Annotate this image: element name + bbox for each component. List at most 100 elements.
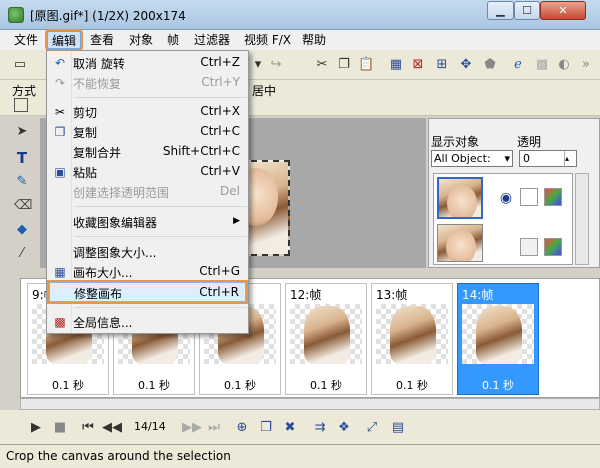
shape-icon[interactable]: ⬟	[482, 57, 498, 73]
delete-frame-icon[interactable]: ✖	[282, 420, 298, 436]
transparency-value: 0	[523, 152, 530, 165]
play-icon[interactable]: ▶	[28, 420, 44, 436]
frame-duration: 0.1 秒	[138, 379, 170, 392]
color-icon[interactable]	[544, 188, 562, 206]
menu-item-canvas-size[interactable]: ▦ 画布大小... Ctrl+G	[49, 262, 246, 282]
crop-icon[interactable]: ⊠	[410, 57, 426, 73]
cut-icon[interactable]: ✂	[314, 57, 330, 73]
text-tool-icon[interactable]: T	[14, 150, 30, 166]
menu-bar: 文件 编辑 查看 对象 帧 过滤器 视频 F/X 帮助	[0, 29, 600, 51]
menu-item-undo[interactable]: ↶ 取消 旋转 Ctrl+Z	[49, 53, 246, 73]
menu-edit[interactable]: 编辑	[44, 29, 84, 51]
menu-separator	[75, 236, 247, 237]
display-object-select[interactable]: All Object: ▾	[431, 150, 513, 167]
menu-frame[interactable]: 帧	[163, 31, 183, 49]
stop-icon[interactable]: ■	[52, 420, 68, 436]
frame-duration: 0.1 秒	[482, 379, 514, 392]
lock-box-2[interactable]	[520, 238, 538, 256]
center-label: 居中	[252, 84, 277, 98]
add-frame-icon[interactable]: ⊕	[234, 420, 250, 436]
next-frame-icon[interactable]: ▶▶	[182, 420, 202, 436]
options-label: 方式	[12, 84, 37, 98]
duplicate-frame-icon[interactable]: ❐	[258, 420, 274, 436]
edit-menu-dropdown: ↶ 取消 旋转 Ctrl+Z ↷ 不能恢复 Ctrl+Y ✂ 剪切 Ctrl+X…	[46, 50, 249, 334]
menu-item-redo[interactable]: ↷ 不能恢复 Ctrl+Y	[49, 73, 246, 93]
banner-icon[interactable]: ❖	[336, 420, 352, 436]
prev-frame-icon[interactable]: ◀◀	[102, 420, 122, 436]
frame-header: 14:帧	[462, 288, 494, 302]
menu-video-fx[interactable]: 视频 F/X	[240, 31, 295, 49]
eye-icon[interactable]: ◉	[498, 190, 514, 206]
menu-item-trim-canvas[interactable]: 修整画布 Ctrl+R	[47, 280, 248, 304]
spin-arrows-icon[interactable]: ▴	[564, 151, 576, 166]
last-frame-icon[interactable]: ⏭	[206, 420, 222, 436]
frame-12[interactable]: 12:帧 0.1 秒	[285, 283, 367, 395]
object-thumbnail-2[interactable]	[437, 224, 483, 262]
menu-filter[interactable]: 过滤器	[190, 31, 234, 49]
menu-separator	[75, 307, 247, 308]
pointer-tool-icon[interactable]: ➤	[14, 124, 30, 140]
dropdown-arrow-icon[interactable]: ▾	[250, 57, 266, 73]
menu-object[interactable]: 对象	[125, 31, 157, 49]
new-icon[interactable]: ▭	[12, 57, 28, 73]
disabled-icon[interactable]: ▩	[534, 57, 550, 73]
close-button[interactable]: ✕	[540, 1, 586, 20]
frame-thumbnail	[376, 304, 448, 364]
more-icon[interactable]: »	[578, 57, 594, 73]
menu-item-resize-image[interactable]: 调整图象大小...	[49, 242, 246, 262]
menu-help[interactable]: 帮助	[298, 31, 330, 49]
frame-13[interactable]: 13:帧 0.1 秒	[371, 283, 453, 395]
menu-item-create-transparency[interactable]: 创建选择透明范围 Del	[49, 182, 246, 202]
menu-separator	[75, 206, 247, 207]
tween-icon[interactable]: ⇉	[312, 420, 328, 436]
maximize-button[interactable]: ☐	[514, 1, 540, 20]
undo-icon: ↶	[54, 56, 66, 70]
redo-icon[interactable]: ↪	[268, 57, 284, 73]
menu-view[interactable]: 查看	[86, 31, 118, 49]
transparency-label: 透明	[517, 135, 542, 149]
menu-item-copy[interactable]: ❐ 复制 Ctrl+C	[49, 122, 246, 142]
copy-icon[interactable]: ❐	[336, 57, 352, 73]
paste-icon: ▣	[54, 165, 66, 179]
object-list-scrollbar[interactable]	[575, 173, 589, 265]
frame-thumbnail	[462, 304, 534, 364]
status-bar: Crop the canvas around the selection	[0, 444, 600, 468]
effect-icon[interactable]: ✥	[458, 57, 474, 73]
menu-item-copy-merged[interactable]: 复制合并 Shift+Ctrl+C	[49, 142, 246, 162]
menu-item-paste[interactable]: ▣ 粘贴 Ctrl+V	[49, 162, 246, 182]
help-icon[interactable]: ◐	[556, 57, 572, 73]
paste-icon[interactable]: 📋	[358, 57, 374, 73]
frame-14[interactable]: 14:帧 0.1 秒	[457, 283, 539, 395]
menu-item-cut[interactable]: ✂ 剪切 Ctrl+X	[49, 102, 246, 122]
chevron-down-icon: ▾	[504, 152, 510, 165]
canvas-icon[interactable]: ▦	[388, 57, 404, 73]
title-bar: [原图.gif*] (1/2X) 200x174 ▁ ☐ ✕	[0, 0, 600, 30]
frame-counter: 14/14	[134, 420, 166, 433]
status-text: Crop the canvas around the selection	[6, 449, 231, 463]
lock-box[interactable]	[520, 188, 538, 206]
properties-icon[interactable]: ▤	[390, 420, 406, 436]
menu-item-favorite-editor[interactable]: 收藏图象编辑器 ▶	[49, 212, 246, 232]
selection-mode-icon[interactable]	[14, 98, 28, 112]
first-frame-icon[interactable]: ⏮	[80, 420, 96, 436]
object-thumbnail[interactable]	[437, 177, 483, 219]
eyedropper-tool-icon[interactable]: ⁄	[14, 246, 30, 262]
web-icon[interactable]: ℯ	[510, 57, 526, 73]
minimize-button[interactable]: ▁	[487, 1, 514, 20]
eraser-tool-icon[interactable]: ⌫	[14, 198, 32, 214]
canvas-size-icon: ▦	[54, 265, 66, 279]
transition-icon[interactable]: ⤢	[364, 420, 380, 436]
display-object-label: 显示对象	[431, 135, 480, 149]
object-list[interactable]: ◉	[433, 173, 573, 265]
fill-tool-icon[interactable]: ◆	[14, 222, 30, 238]
cut-icon: ✂	[54, 105, 66, 119]
transparency-input[interactable]: 0 ▴	[519, 150, 577, 167]
brush-tool-icon[interactable]: ✎	[14, 174, 30, 190]
frame-duration: 0.1 秒	[224, 379, 256, 392]
trim-icon[interactable]: ⊞	[434, 57, 450, 73]
frame-header: 12:帧	[290, 288, 322, 302]
menu-item-global-info[interactable]: ▩ 全局信息...	[49, 312, 246, 332]
menu-file[interactable]: 文件	[10, 31, 42, 49]
frame-strip-scrollbar[interactable]	[20, 398, 600, 410]
color-icon-2[interactable]	[544, 238, 562, 256]
